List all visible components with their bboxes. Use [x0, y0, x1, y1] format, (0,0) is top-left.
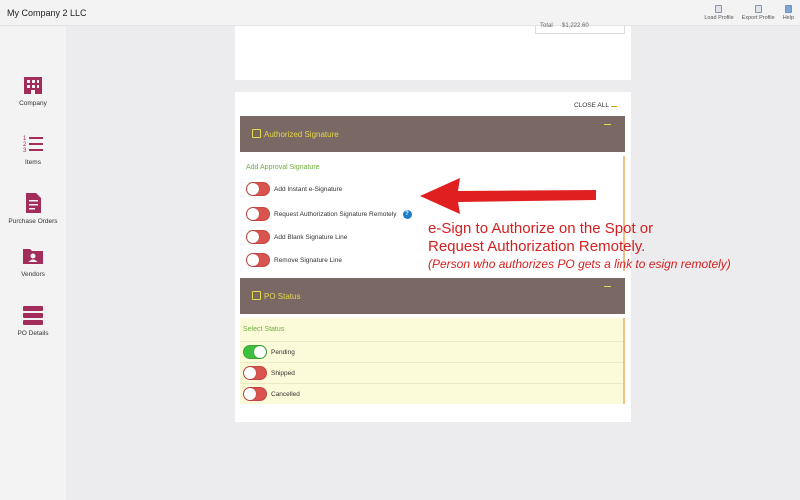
load-profile-button[interactable]: Load Profile — [704, 5, 734, 21]
toggle-switch[interactable] — [243, 387, 267, 401]
annotation-line-3: (Person who authorizes PO gets a link to… — [428, 257, 731, 271]
sidebar-item-label: Company — [19, 100, 47, 107]
export-profile-label: Export Profile — [741, 15, 775, 21]
annotation-arrow — [420, 178, 596, 214]
option-label: Shipped — [271, 369, 295, 377]
annotation-line-2: Request Authorization Remotely. — [428, 238, 646, 255]
numbered-list-icon: 1 2 3 — [23, 136, 43, 154]
option-label: Request Authorization Signature Remotely — [274, 210, 397, 218]
annotation-line-1: e-Sign to Authorize on the Spot or — [428, 220, 654, 237]
app-title: My Company 2 LLC — [7, 8, 87, 18]
sidebar-item-label: Purchase Orders — [8, 218, 58, 225]
sidebar-item-items[interactable]: 1 2 3 Items — [0, 133, 66, 166]
cash-icon — [252, 291, 261, 300]
help-icon[interactable]: ? — [402, 209, 412, 219]
option-blank-signature-line[interactable]: Add Blank Signature Line — [246, 229, 347, 245]
toggle-switch[interactable] — [246, 182, 270, 196]
po-status-panel: Select Status Pending Shipped Cancelled — [240, 318, 625, 404]
sidebar-item-company[interactable]: Company — [0, 74, 66, 107]
option-label: Cancelled — [271, 390, 300, 398]
sidebar-item-po-details[interactable]: PO Details — [0, 304, 66, 337]
section-title: PO Status — [264, 292, 301, 301]
status-pending[interactable]: Pending — [243, 344, 295, 360]
collapse-icon[interactable] — [604, 124, 611, 125]
annotation-line-3-text: (Person who authorizes PO gets a link to… — [428, 257, 731, 271]
sidebar-item-label: PO Details — [17, 330, 49, 337]
help-icon — [784, 5, 792, 13]
help-label: Help — [782, 15, 794, 21]
total-value: $1,222.60 — [562, 23, 589, 29]
option-label: Remove Signature Line — [274, 256, 342, 264]
toggle-switch[interactable] — [246, 207, 270, 221]
building-icon — [24, 77, 42, 94]
option-label: Add Instant e-Signature — [274, 185, 343, 193]
top-actions: Load Profile Export Profile Help — [704, 5, 794, 21]
status-shipped[interactable]: Shipped — [243, 365, 295, 381]
sidebar: Company 1 2 3 Items Purchase Orders Vend… — [0, 26, 66, 500]
export-profile-button[interactable]: Export Profile — [742, 5, 775, 21]
document-icon — [26, 193, 41, 213]
sidebar-item-vendors[interactable]: Vendors — [0, 245, 66, 278]
panel-label: Add Approval Signature — [246, 164, 320, 171]
section-title: Authorized Signature — [264, 130, 339, 139]
toggle-switch[interactable] — [246, 230, 270, 244]
option-instant-esignature[interactable]: Add Instant e-Signature — [246, 181, 342, 197]
authorized-signature-header[interactable]: Authorized Signature — [240, 116, 625, 152]
sidebar-item-label: Vendors — [21, 271, 45, 278]
toggle-switch[interactable] — [243, 345, 267, 359]
option-request-remote-signature[interactable]: Request Authorization Signature Remotely… — [246, 206, 412, 222]
server-stack-icon — [23, 306, 43, 325]
po-status-header[interactable]: PO Status — [240, 278, 625, 314]
option-label: Add Blank Signature Line — [274, 233, 348, 241]
total-box: Total $1,222.60 — [535, 23, 625, 34]
title-bar: My Company 2 LLC Load Profile Export Pro… — [0, 0, 800, 26]
sidebar-item-purchase-orders[interactable]: Purchase Orders — [0, 192, 66, 225]
option-remove-signature-line[interactable]: Remove Signature Line — [246, 252, 342, 268]
summary-card: Total $1,222.60 — [235, 23, 631, 80]
option-label: Pending — [271, 348, 295, 356]
collapse-icon[interactable] — [604, 286, 611, 287]
sidebar-item-label: Items — [25, 159, 41, 166]
status-cancelled[interactable]: Cancelled — [243, 386, 300, 402]
vendor-folder-icon — [23, 249, 43, 264]
help-button[interactable]: Help — [783, 5, 794, 21]
load-profile-icon — [715, 5, 723, 13]
svg-text:3: 3 — [23, 148, 27, 154]
edit-icon — [252, 129, 261, 138]
total-label: Total — [540, 23, 553, 29]
export-profile-icon — [754, 5, 762, 13]
panel-label: Select Status — [243, 326, 285, 333]
load-profile-label: Load Profile — [704, 15, 734, 21]
toggle-switch[interactable] — [246, 253, 270, 267]
toggle-switch[interactable] — [243, 366, 267, 380]
close-all-button[interactable]: CLOSE ALL — [574, 102, 618, 109]
